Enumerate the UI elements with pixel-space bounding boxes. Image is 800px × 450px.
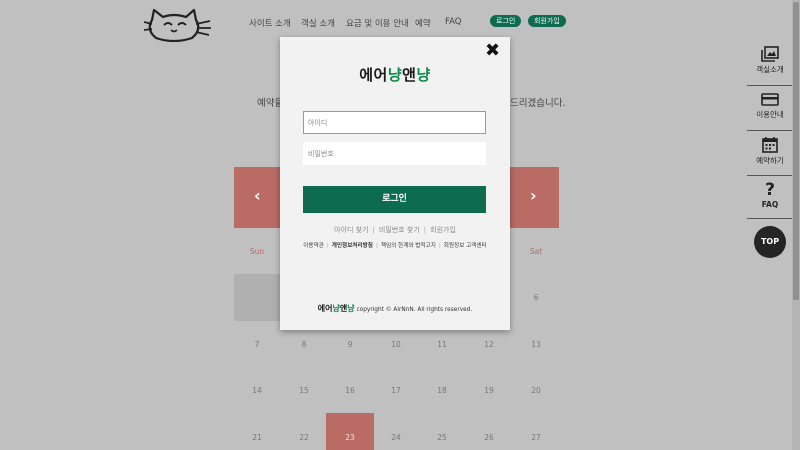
sidebar-item-faq[interactable]: ? FAQ (747, 180, 793, 209)
sidebar-item-label: 객실소개 (756, 65, 784, 74)
footer-brand-logo: 에어냥앤냥 (317, 304, 355, 313)
calendar-day[interactable]: 22 (284, 433, 324, 442)
signup-pill-button[interactable]: 회원가입 (528, 15, 566, 27)
calendar-day[interactable]: 18 (422, 386, 462, 395)
prev-month-button[interactable]: ‹ (254, 186, 261, 205)
nav-pricing[interactable]: 요금 및 이용 안내 (346, 17, 409, 29)
calendar-day[interactable]: 26 (469, 433, 509, 442)
scrollbar-thumb[interactable] (793, 2, 799, 300)
calendar-day[interactable]: 15 (284, 386, 324, 395)
account-links: 아이디 찾기 | 비밀번호 찾기 | 회원가입 (334, 226, 456, 234)
calendar-day[interactable]: 7 (237, 340, 277, 349)
policy-links: 이용약관 | 개인정보처리방침 | 책임의 한계와 법적고지 | 회원정보 고객센터 (303, 243, 487, 249)
calendar-day-selected[interactable]: 23 (330, 433, 370, 442)
calendar-day[interactable]: 19 (469, 386, 509, 395)
sidebar-item-guide[interactable]: 이용안내 (747, 92, 793, 120)
privacy-policy-link[interactable]: 개인정보처리방침 (332, 243, 373, 249)
card-icon (761, 93, 779, 106)
customer-center-link[interactable]: 회원정보 고객센터 (444, 243, 487, 249)
legal-notice-link[interactable]: 책임의 한계와 법적고지 (381, 243, 436, 249)
password-input[interactable] (303, 142, 486, 165)
find-password-link[interactable]: 비밀번호 찾기 (379, 226, 420, 234)
nav-reservation[interactable]: 예약 (415, 17, 431, 29)
sidebar-divider (747, 130, 793, 131)
scroll-top-button[interactable]: TOP (754, 226, 786, 258)
calendar-day[interactable]: 20 (516, 386, 556, 395)
close-icon[interactable]: ✖ (485, 42, 500, 60)
calendar-day[interactable]: 9 (330, 340, 370, 349)
sidebar-divider (747, 85, 793, 86)
terms-link[interactable]: 이용약관 (303, 243, 324, 249)
calendar-day[interactable]: 11 (422, 340, 462, 349)
weekday-sun: Sun (249, 247, 265, 256)
sidebar-item-label: FAQ (761, 200, 779, 209)
calendar-day[interactable]: 10 (376, 340, 416, 349)
nav-site-intro[interactable]: 사이트 소개 (249, 17, 291, 29)
login-button[interactable]: 로그인 (303, 186, 486, 213)
login-pill-button[interactable]: 로그인 (490, 15, 522, 27)
sidebar-item-reserve[interactable]: 예약하기 (747, 136, 793, 166)
calendar-day[interactable]: 24 (376, 433, 416, 442)
intro-text-right: 드리겠습니다. (510, 98, 566, 109)
calendar-day[interactable]: 17 (376, 386, 416, 395)
sidebar-item-label: 이용안내 (756, 110, 784, 119)
calendar-day[interactable]: 8 (284, 340, 324, 349)
modal-brand-logo: 에어냥앤냥 (359, 66, 431, 84)
signup-link[interactable]: 회원가입 (430, 226, 456, 234)
calendar-icon (762, 137, 778, 153)
calendar-day[interactable]: 16 (330, 386, 370, 395)
calendar-day[interactable]: 12 (469, 340, 509, 349)
calendar-day[interactable]: 14 (237, 386, 277, 395)
nav-room-intro[interactable]: 객실 소개 (301, 17, 335, 29)
sidebar-item-label: 예약하기 (756, 156, 784, 165)
calendar-day[interactable]: 25 (422, 433, 462, 442)
calendar-day[interactable]: 27 (516, 433, 556, 442)
find-id-link[interactable]: 아이디 찾기 (334, 226, 368, 234)
copyright-text: copyright © AirNnN. All rights reserved. (356, 307, 473, 313)
id-input[interactable] (303, 111, 486, 134)
sidebar-divider (747, 175, 793, 176)
gallery-icon (761, 46, 779, 62)
modal-footer: 에어냥앤냥 copyright © AirNnN. All rights res… (280, 303, 510, 314)
calendar-day[interactable]: 6 (516, 293, 556, 302)
weekday-sat: Sat (529, 247, 543, 256)
sidebar-divider (747, 218, 793, 219)
next-month-button[interactable]: › (530, 186, 537, 205)
calendar-day[interactable]: 13 (516, 340, 556, 349)
calendar-empty-cell (234, 274, 280, 321)
sidebar-item-rooms[interactable]: 객실소개 (747, 46, 793, 75)
calendar-day[interactable]: 21 (237, 433, 277, 442)
cat-logo-icon[interactable] (143, 8, 214, 43)
nav-faq[interactable]: FAQ (445, 17, 461, 27)
question-icon: ? (765, 180, 775, 200)
calendar-selected-cell[interactable] (326, 413, 374, 450)
